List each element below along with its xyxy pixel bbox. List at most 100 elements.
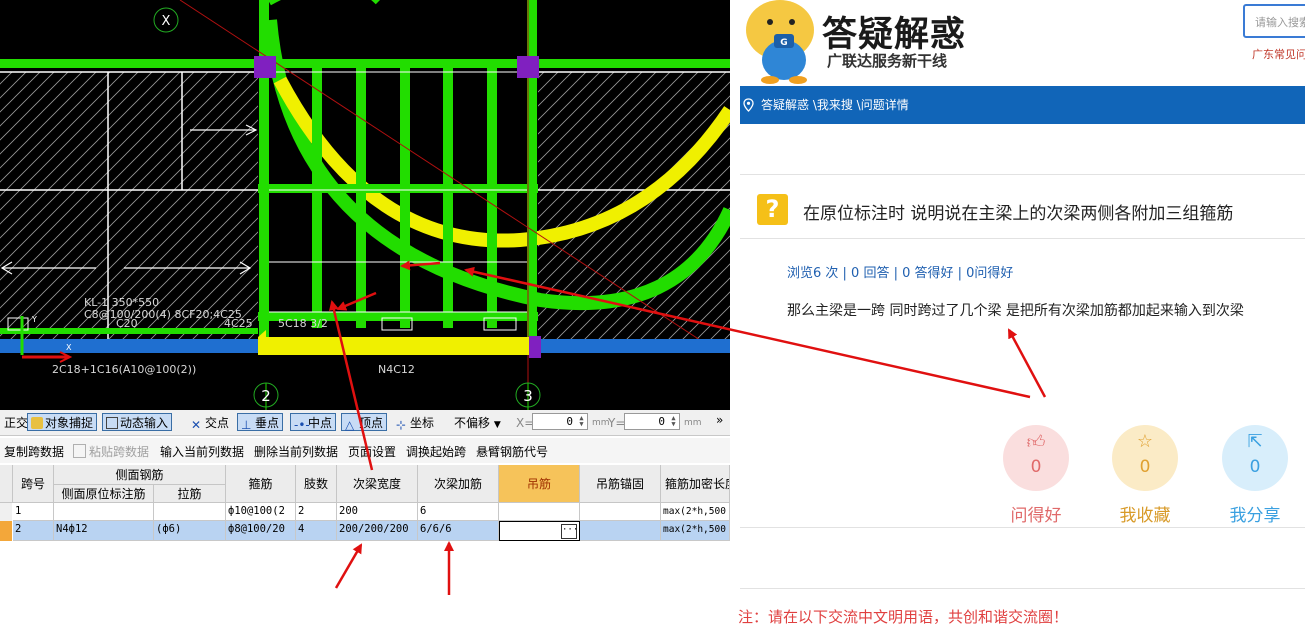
purple-column-2	[517, 56, 539, 78]
vertex-snap[interactable]: △ 顶点	[341, 413, 388, 431]
share-label: 我分享	[1229, 506, 1281, 526]
cell-secondary-add[interactable]: 6/6/6	[418, 521, 499, 541]
input-column-button[interactable]: 输入当前列数据	[160, 443, 244, 460]
snap-toolbar: 正交 对象捕捉 动态输入 ✕ 交点 ⊥ 垂点 -•-中点 △ 顶点 ⊹ 坐标 不偏移 ▼…	[0, 410, 730, 436]
y-spinner-icon[interactable]: ▲ ▼	[669, 415, 678, 428]
question-title: 在原位标注时 说明说在主梁上的次梁两侧各附加三组箍筋	[803, 204, 1234, 224]
object-snap-label: 对象捕捉	[45, 416, 94, 430]
cell-stirrup[interactable]: ф8@100/20	[226, 521, 296, 541]
header-hanger-anchor[interactable]: 吊筋锚固	[580, 465, 661, 503]
beam-annotation-2: C8@100/200(4) 8CF20;4C25	[84, 308, 242, 321]
more-chevron-icon[interactable]: »	[712, 410, 727, 428]
row-header-corner	[0, 465, 13, 503]
header-side-orig[interactable]: 侧面原位标注筋	[54, 485, 154, 503]
intersection-snap[interactable]: ✕ 交点	[187, 413, 233, 431]
delete-column-button[interactable]: 删除当前列数据	[254, 443, 338, 460]
header-hanger[interactable]: 吊筋	[499, 465, 580, 503]
cell-span[interactable]: 1	[13, 503, 54, 521]
header-tie[interactable]: 拉筋	[154, 485, 226, 503]
cantilever-code-button[interactable]: 悬臂钢筋代号	[476, 443, 548, 460]
midpoint-snap[interactable]: -•-中点	[290, 413, 337, 432]
coordinate-snap[interactable]: ⊹ 坐标	[392, 413, 438, 431]
cell-tie[interactable]	[154, 503, 226, 521]
y-coordinate-input[interactable]: 0 ▲ ▼	[624, 413, 680, 430]
row-indicator[interactable]	[0, 503, 12, 521]
cell-secondary-add[interactable]: 6	[418, 503, 499, 521]
cell-stirrup-dense[interactable]: max(2*h,500	[661, 521, 730, 541]
perpendicular-icon: ⊥	[241, 418, 252, 432]
question-body: 那么主梁是一跨 同时跨过了几个梁 是把所有次梁加筋都加起来输入到次梁	[787, 303, 1244, 319]
dynamic-input-icon	[106, 417, 118, 429]
midpoint-icon: -•-	[294, 418, 310, 432]
good-question-button[interactable]: 👍︎ 0 问得好	[1003, 425, 1069, 526]
favorite-count: 0	[1139, 457, 1151, 477]
page-setup-button[interactable]: 页面设置	[348, 443, 396, 460]
ellipsis-button[interactable]: ···	[561, 524, 578, 539]
x-coordinate-input[interactable]: 0 ▲ ▼	[532, 413, 588, 430]
cell-secondary-width[interactable]: 200/200/200	[337, 521, 418, 541]
copy-span-button[interactable]: 复制跨数据	[4, 443, 64, 460]
cell-hanger-anchor[interactable]	[580, 521, 661, 541]
divider-actions	[740, 527, 1305, 528]
search-hint-link[interactable]: 广东常见问	[1252, 46, 1305, 62]
cell-secondary-width[interactable]: 200	[337, 503, 418, 521]
blue-beam-left	[0, 339, 260, 353]
svg-text:G: G	[780, 38, 787, 48]
row-indicator-selected[interactable]	[0, 521, 12, 541]
header-secondary-add[interactable]: 次梁加筋	[418, 465, 499, 503]
header-legs[interactable]: 肢数	[296, 465, 337, 503]
share-button[interactable]: ⇱ 0 我分享	[1222, 425, 1288, 526]
coordinate-icon: ⊹	[396, 418, 407, 432]
cell-span[interactable]: 2	[13, 521, 54, 541]
header-stirrup[interactable]: 箍筋	[226, 465, 296, 503]
axis-bubble-2-label: 2	[261, 387, 271, 405]
cad-drawing-canvas[interactable]: Y X X 2 3 KL-1 350*550 C8@100/200(4) 8CF…	[0, 0, 730, 410]
vertex-label: 顶点	[359, 416, 384, 430]
y-unit: mm	[684, 418, 702, 428]
cell-stirrup-dense[interactable]: max(2*h,500	[661, 503, 730, 521]
intersection-icon: ✕	[191, 418, 202, 432]
perpendicular-label: 垂点	[255, 416, 280, 430]
svg-text:X: X	[66, 343, 72, 352]
paste-span-button[interactable]: 粘贴跨数据	[73, 443, 149, 460]
coordinate-label: 坐标	[410, 416, 435, 430]
svg-text:Y: Y	[31, 315, 37, 324]
cell-tie[interactable]: (ф6)	[154, 521, 226, 541]
divider-title	[740, 238, 1305, 239]
favorite-button[interactable]: ☆ 0 我收藏	[1112, 425, 1178, 526]
table-row[interactable]: 1 ф10@100(2 2 200 6 max(2*h,500	[0, 503, 730, 521]
header-span[interactable]: 跨号	[13, 465, 54, 503]
beam-annotation-7: N4C12	[378, 363, 415, 376]
perpendicular-snap[interactable]: ⊥ 垂点	[237, 413, 284, 432]
beam-annotation-6: 2C18+1C16(A10@100(2))	[52, 363, 196, 376]
cell-legs[interactable]: 2	[296, 503, 337, 521]
axis-bubble-3-label: 3	[523, 387, 533, 405]
cell-stirrup[interactable]: ф10@100(2	[226, 503, 296, 521]
object-snap-toggle[interactable]: 对象捕捉	[27, 413, 98, 431]
table-row[interactable]: 2 N4ф12 (ф6) ф8@100/20 4 200/200/200 6/6…	[0, 521, 730, 541]
axis-bubble-top-label: X	[162, 14, 171, 29]
x-coordinate-value: 0	[566, 415, 573, 428]
cell-side-orig[interactable]: N4ф12	[54, 521, 154, 541]
cell-hanger-editing[interactable]: ···	[499, 521, 580, 541]
location-pin-icon	[743, 98, 754, 112]
offset-select[interactable]: 不偏移 ▼	[450, 413, 505, 431]
dynamic-input-toggle[interactable]: 动态输入	[102, 413, 173, 431]
swap-span-button[interactable]: 调换起始跨	[406, 443, 466, 460]
dynamic-input-label: 动态输入	[120, 416, 169, 430]
cell-legs[interactable]: 4	[296, 521, 337, 541]
intersection-label: 交点	[205, 416, 230, 430]
paste-icon	[73, 444, 86, 458]
beam-annotation-5: 5C18 3/2	[278, 317, 328, 330]
question-mark-icon: ?	[757, 194, 788, 225]
x-spinner-icon[interactable]: ▲ ▼	[577, 415, 586, 428]
cell-hanger-anchor[interactable]	[580, 503, 661, 521]
cell-hanger[interactable]	[499, 503, 580, 521]
beam-annotation-4: 4C25	[224, 317, 253, 330]
search-input[interactable]: 请输入搜索	[1243, 4, 1305, 38]
cell-side-orig[interactable]	[54, 503, 154, 521]
breadcrumb-path[interactable]: 答疑解惑 \我来搜 \问题详情	[761, 86, 909, 124]
divider-bottom	[740, 588, 1305, 589]
header-secondary-width[interactable]: 次梁宽度	[337, 465, 418, 503]
header-stirrup-dense[interactable]: 箍筋加密长度	[661, 465, 730, 503]
